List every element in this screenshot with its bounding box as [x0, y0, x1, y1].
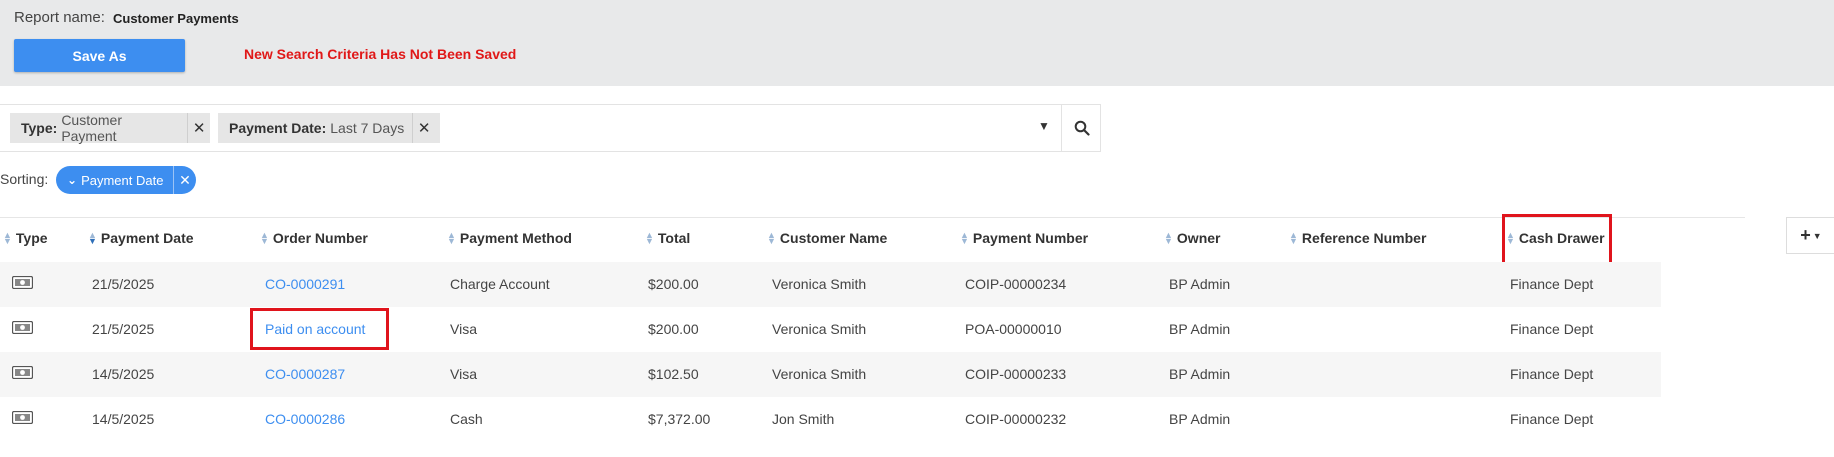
highlight-box	[1502, 214, 1612, 266]
filter-chip-type: Type: Customer Payment ✕	[10, 112, 210, 144]
customer-name-cell: Veronica Smith	[772, 321, 867, 337]
cash-drawer-cell: Finance Dept	[1510, 276, 1594, 292]
table-row[interactable]: 21/5/2025 CO-0000291 Charge Account $200…	[0, 262, 1661, 307]
customer-name-cell: Veronica Smith	[772, 276, 867, 292]
column-header-payment-method[interactable]: ▲ ▼ Payment Method	[447, 230, 572, 246]
highlight-box	[250, 308, 389, 350]
sort-icon: ▲ ▼	[260, 230, 269, 246]
cash-icon	[12, 321, 33, 334]
payment-number-cell: COIP-00000232	[965, 411, 1067, 427]
total-cell: $200.00	[648, 276, 699, 292]
customer-name-cell: Veronica Smith	[772, 366, 867, 382]
column-header-label: Payment Method	[459, 230, 572, 246]
cash-drawer-cell: Finance Dept	[1510, 366, 1594, 382]
cash-icon	[12, 276, 33, 289]
filter-bar[interactable]: Type: Customer Payment ✕ Payment Date: L…	[0, 104, 1101, 152]
payment-number-cell: POA-00000010	[965, 321, 1062, 337]
sort-icon: ▲ ▼	[3, 230, 12, 246]
payment-method-cell: Visa	[450, 366, 477, 382]
order-number-link[interactable]: CO-0000286	[265, 411, 345, 427]
column-header-reference-number[interactable]: ▲ ▼ Reference Number	[1289, 230, 1426, 246]
table-row[interactable]: 14/5/2025 CO-0000287 Visa $102.50 Veroni…	[0, 352, 1661, 397]
report-name-label: Report name:	[14, 9, 105, 26]
column-header-label: Payment Number	[972, 230, 1089, 246]
owner-cell: BP Admin	[1169, 276, 1231, 292]
payment-number-cell: COIP-00000233	[965, 366, 1067, 382]
payment-method-cell: Cash	[450, 411, 483, 427]
remove-filter-icon[interactable]: ✕	[412, 113, 435, 143]
sort-icon: ▲ ▼	[767, 230, 776, 246]
column-header-total[interactable]: ▲ ▼ Total	[645, 230, 690, 246]
report-header: Report name: Customer Payments Save As N…	[0, 0, 1834, 86]
cash-icon	[12, 366, 33, 379]
owner-cell: BP Admin	[1169, 321, 1231, 337]
sort-icon: ▲ ▼	[960, 230, 969, 246]
column-header-owner[interactable]: ▲ ▼ Owner	[1164, 230, 1221, 246]
report-name: Customer Payments	[113, 11, 239, 26]
filter-key: Payment Date:	[229, 120, 327, 136]
caret-down-icon: ▼	[1812, 230, 1822, 241]
remove-filter-icon[interactable]: ✕	[187, 113, 210, 143]
order-number-link[interactable]: CO-0000287	[265, 366, 345, 382]
payment-date-cell: 21/5/2025	[92, 276, 155, 292]
customer-name-cell: Jon Smith	[772, 411, 835, 427]
column-header-payment-number[interactable]: ▲ ▼ Payment Number	[960, 230, 1088, 246]
total-cell: $102.50	[648, 366, 699, 382]
save-as-button[interactable]: Save As	[14, 39, 185, 72]
table-divider	[0, 217, 1745, 218]
column-header-label: Reference Number	[1301, 230, 1427, 246]
add-column-button[interactable]: + ▼	[1786, 217, 1834, 254]
filter-dropdown-icon[interactable]: ▼	[1038, 119, 1050, 133]
column-header-label: Payment Date	[100, 230, 194, 246]
unsaved-warning: New Search Criteria Has Not Been Saved	[244, 46, 517, 62]
payment-date-cell: 14/5/2025	[92, 411, 155, 427]
column-header-label: Total	[657, 230, 691, 246]
order-number-link[interactable]: CO-0000291	[265, 276, 345, 292]
column-header-type[interactable]: ▲ ▼ Type	[3, 230, 48, 246]
search-button[interactable]	[1061, 105, 1101, 151]
remove-sort-icon[interactable]: ✕	[173, 166, 196, 194]
filter-value: Customer Payment	[61, 112, 122, 144]
sort-icon: ▲ ▼	[447, 230, 456, 246]
sort-icon: ▲ ▼	[1289, 230, 1298, 246]
owner-cell: BP Admin	[1169, 411, 1231, 427]
plus-icon: +	[1800, 225, 1811, 245]
sort-pill-payment-date[interactable]: ⌄ Payment Date ✕	[56, 166, 196, 194]
column-header-label: Order Number	[272, 230, 368, 246]
payment-date-cell: 21/5/2025	[92, 321, 155, 337]
cash-drawer-cell: Finance Dept	[1510, 411, 1594, 427]
column-header-label: Customer Name	[779, 230, 888, 246]
payment-number-cell: COIP-00000234	[965, 276, 1067, 292]
chevron-down-icon: ⌄	[67, 173, 78, 187]
column-header-customer-name[interactable]: ▲ ▼ Customer Name	[767, 230, 887, 246]
cash-drawer-cell: Finance Dept	[1510, 321, 1594, 337]
total-cell: $200.00	[648, 321, 699, 337]
sort-icon: ▲ ▼	[645, 230, 654, 246]
cash-icon	[12, 411, 33, 424]
sort-icon: ▲ ▼	[88, 230, 97, 246]
filter-key: Type:	[21, 120, 58, 136]
column-header-order-number[interactable]: ▲ ▼ Order Number	[260, 230, 368, 246]
search-icon	[1074, 120, 1090, 136]
filter-value: Last 7 Days	[330, 120, 405, 136]
total-cell: $7,372.00	[648, 411, 711, 427]
sort-pill-label: Payment Date	[81, 172, 164, 188]
sort-icon: ▲ ▼	[1164, 230, 1173, 246]
filter-chip-payment-date: Payment Date: Last 7 Days ✕	[218, 113, 440, 143]
sorting-label: Sorting:	[0, 171, 49, 187]
table-row[interactable]: 14/5/2025 CO-0000286 Cash $7,372.00 Jon …	[0, 397, 1661, 442]
payment-date-cell: 14/5/2025	[92, 366, 155, 382]
column-header-payment-date[interactable]: ▲ ▼ Payment Date	[88, 230, 194, 246]
column-header-label: Type	[15, 230, 48, 246]
payment-method-cell: Charge Account	[450, 276, 550, 292]
payment-method-cell: Visa	[450, 321, 477, 337]
owner-cell: BP Admin	[1169, 366, 1231, 382]
column-header-label: Owner	[1176, 230, 1221, 246]
